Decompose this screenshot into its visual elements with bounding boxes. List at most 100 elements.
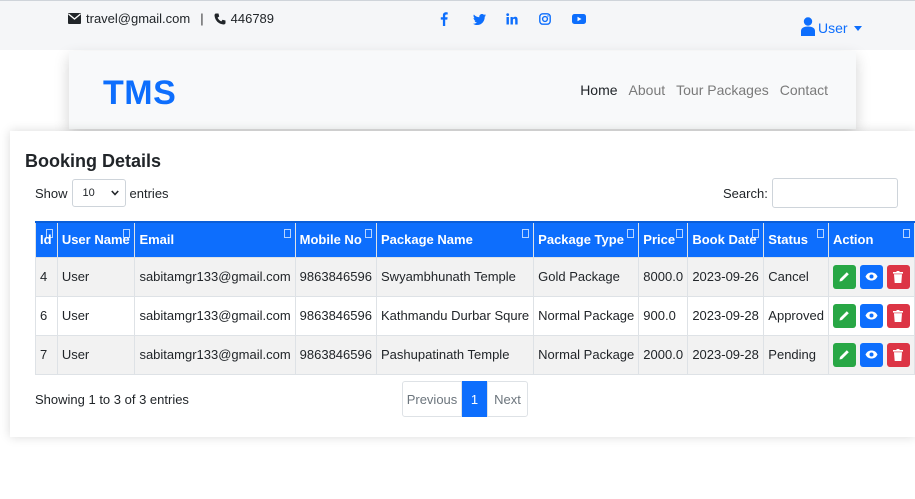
sort-icon [522,229,530,238]
cell-action [827,334,915,375]
entries-select[interactable]: 10 [71,179,126,207]
sort-icon [627,229,635,238]
nav-about[interactable]: About [629,82,666,98]
cell-action [827,295,915,336]
search-label: Search: [723,185,768,201]
facebook-icon[interactable] [440,11,473,27]
entries-select-value: 10 [82,187,95,199]
column-header-email[interactable]: Email [134,221,296,258]
cell-status: Approved [763,295,829,336]
cell-mobile: 9863846596 [294,295,378,336]
cell-mobile: 9863846596 [294,256,378,297]
cell-mobile: 9863846596 [294,334,378,375]
view-button[interactable] [859,264,883,289]
user-dropdown[interactable]: User [801,17,862,39]
cell-package-name: Kathmandu Durbar Squre [376,295,535,336]
edit-button[interactable] [832,264,856,289]
sort-icon [676,229,684,238]
linkedin-icon[interactable] [506,11,539,27]
cell-id: 7 [35,334,58,375]
nav-tour-packages[interactable]: Tour Packages [676,82,769,98]
sort-icon [123,229,131,238]
separator: | [200,11,204,26]
phone-icon [214,13,226,25]
caret-down-icon [853,25,862,31]
cell-package-type: Normal Package [533,295,640,336]
envelope-icon [68,13,81,24]
column-header-mobile[interactable]: Mobile No [294,221,378,258]
main-navbar: TMS Home About Tour Packages Contact [69,51,856,129]
show-label: Show [35,185,68,201]
pencil-icon [839,350,849,360]
cell-email: sabitamgr133@gmail.com [134,256,296,297]
column-header-package-type[interactable]: Package Type [533,221,640,258]
edit-button[interactable] [832,342,856,367]
column-header-id[interactable]: Id [35,221,58,258]
view-button[interactable] [859,303,883,328]
table-row: 4 User sabitamgr133@gmail.com 9863846596… [35,256,915,297]
cell-user-name: User [56,256,136,297]
cell-book-date: 2023-09-26 [687,256,765,297]
entries-label: entries [129,185,169,201]
cell-package-name: Pashupatinath Temple [376,334,535,375]
social-links [440,11,605,27]
table-info: Showing 1 to 3 of 3 entries [35,392,189,407]
sort-icon [816,229,824,238]
nav-contact[interactable]: Contact [780,82,828,98]
table-search: Search: [723,178,898,208]
pagination-page-1[interactable]: 1 [462,381,487,417]
search-input[interactable] [771,178,898,208]
user-label: User [818,20,848,36]
eye-icon [865,350,878,359]
phone-text: 446789 [230,11,275,26]
trash-icon [893,348,904,361]
cell-id: 4 [35,256,58,297]
cell-book-date: 2023-09-28 [687,295,765,336]
column-header-status[interactable]: Status [763,221,829,258]
cell-package-type: Normal Package [533,334,640,375]
column-header-book-date[interactable]: Book Date [687,221,765,258]
table-row: 6 User sabitamgr133@gmail.com 9863846596… [35,295,915,336]
nav-home[interactable]: Home [580,82,617,98]
cell-email: sabitamgr133@gmail.com [134,334,296,375]
cell-price: 900.0 [638,295,689,336]
table-row: 7 User sabitamgr133@gmail.com 9863846596… [35,334,915,375]
cell-price: 8000.0 [638,256,689,297]
bookings-table: Id User Name Email Mobile No Package Nam… [35,221,915,375]
sort-icon [903,229,910,238]
cell-email: sabitamgr133@gmail.com [134,295,296,336]
pagination-next[interactable]: Next [487,381,528,417]
delete-button[interactable] [886,342,910,367]
cell-user-name: User [56,295,136,336]
cell-package-name: Swyambhunath Temple [376,256,535,297]
eye-icon [865,272,878,281]
column-header-price[interactable]: Price [638,221,689,258]
cell-id: 6 [35,295,58,336]
entries-length-control: Show 10 entries [35,179,169,207]
edit-button[interactable] [832,303,856,328]
column-header-action[interactable]: Action [827,221,915,258]
user-icon [801,17,815,39]
delete-button[interactable] [886,303,910,328]
email-text: travel@gmail.com [86,11,191,26]
cell-status: Pending [763,334,829,375]
nav-links: Home About Tour Packages Contact [580,82,828,98]
column-header-package-name[interactable]: Package Name [376,221,535,258]
pencil-icon [839,311,849,321]
instagram-icon[interactable] [539,11,572,27]
twitter-icon[interactable] [473,11,506,27]
delete-button[interactable] [886,264,910,289]
cell-package-type: Gold Package [533,256,640,297]
eye-icon [865,311,878,320]
column-header-user-name[interactable]: User Name [56,221,136,258]
cell-status: Cancel [763,256,829,297]
pencil-icon [839,272,849,282]
top-bar: travel@gmail.com | 446789 User [0,0,915,50]
cell-user-name: User [56,334,136,375]
pagination-previous[interactable]: Previous [402,381,462,417]
sort-icon [283,229,291,238]
view-button[interactable] [859,342,883,367]
youtube-icon[interactable] [572,11,605,27]
cell-price: 2000.0 [638,334,689,375]
brand-logo[interactable]: TMS [103,74,176,113]
